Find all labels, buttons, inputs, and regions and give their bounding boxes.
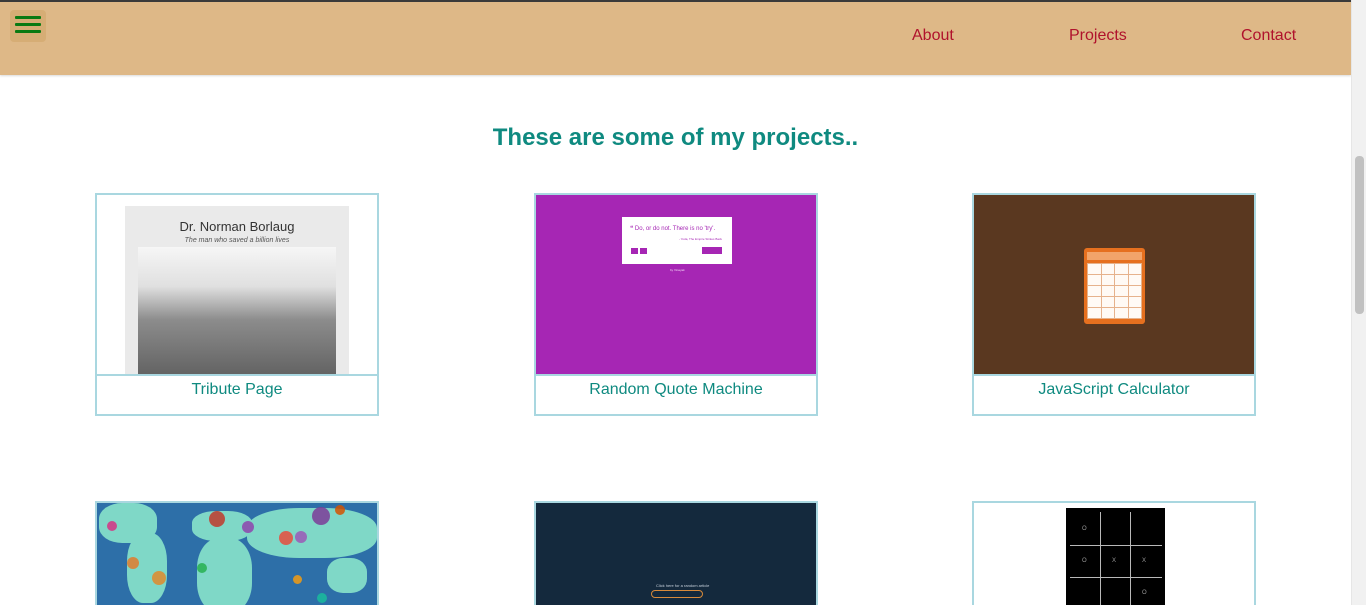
preview-title: Dr. Norman Borlaug (179, 219, 295, 234)
grid-line (1070, 545, 1162, 546)
preview-text: Click here for a random article (656, 583, 710, 588)
map-marker (335, 505, 345, 515)
project-title[interactable]: Tribute Page (97, 376, 377, 414)
preview-subtitle: The man who saved a billion lives (184, 237, 290, 244)
map-marker (317, 593, 327, 603)
project-card-javascript-calculator[interactable]: JavaScript Calculator (972, 193, 1256, 416)
tweet-icon (631, 248, 638, 254)
board-mark: O (1082, 526, 1087, 532)
menu-bar (15, 23, 41, 26)
scrollbar-thumb[interactable] (1355, 156, 1364, 314)
nav-link-contact[interactable]: Contact (1241, 27, 1296, 45)
map-marker (197, 563, 207, 573)
grid-line (1100, 512, 1101, 605)
map-marker (312, 507, 330, 525)
calculator-preview (1084, 248, 1145, 324)
tumblr-icon (640, 248, 647, 254)
new-quote-button-preview (702, 247, 722, 254)
tribute-page-preview: Dr. Norman Borlaug The man who saved a b… (125, 206, 349, 374)
map-marker (127, 557, 139, 569)
project-thumbnail: ❝ Do, or do not. There is no 'try'. - Yo… (536, 195, 816, 376)
grid-line (1130, 512, 1131, 605)
nav-link-about[interactable]: About (912, 27, 954, 45)
project-card-wikipedia-viewer[interactable]: Click here for a random article (534, 501, 818, 605)
map-marker (295, 531, 307, 543)
project-card-tic-tac-toe[interactable]: O O X X O (972, 501, 1256, 605)
map-marker (279, 531, 293, 545)
portfolio-page: About Projects Contact These are some of… (0, 0, 1366, 605)
project-thumbnail: Dr. Norman Borlaug The man who saved a b… (97, 195, 377, 376)
vertical-scrollbar[interactable] (1351, 0, 1366, 605)
map-marker (242, 521, 254, 533)
project-card-tribute-page[interactable]: Dr. Norman Borlaug The man who saved a b… (95, 193, 379, 416)
menu-bar (15, 16, 41, 19)
board-mark: X (1112, 558, 1117, 564)
grid-line (1070, 577, 1162, 578)
top-navbar: About Projects Contact (0, 0, 1351, 75)
board-mark: O (1142, 590, 1147, 596)
map-marker (209, 511, 225, 527)
projects-heading: These are some of my projects.. (492, 124, 859, 151)
preview-photo (138, 247, 336, 374)
hamburger-menu-icon[interactable] (10, 10, 46, 42)
map-marker (107, 521, 117, 531)
preview-footer: by Vinayak (670, 268, 685, 272)
quote-box-preview: ❝ Do, or do not. There is no 'try'. - Yo… (622, 217, 732, 264)
calculator-keypad (1087, 263, 1142, 319)
project-title[interactable]: Random Quote Machine (536, 376, 816, 414)
project-card-map[interactable] (95, 501, 379, 605)
project-thumbnail (974, 195, 1254, 376)
map-marker (152, 571, 166, 585)
project-thumbnail: O O X X O (974, 503, 1254, 605)
project-card-random-quote-machine[interactable]: ❝ Do, or do not. There is no 'try'. - Yo… (534, 193, 818, 416)
tic-tac-toe-board: O O X X O (1066, 508, 1165, 605)
board-mark: O (1082, 558, 1087, 564)
project-title[interactable]: JavaScript Calculator (974, 376, 1254, 414)
quote-text: ❝ Do, or do not. There is no 'try'. (630, 226, 716, 232)
nav-link-projects[interactable]: Projects (1069, 27, 1127, 45)
quote-author: - Yoda, The Empire Strikes Back (678, 237, 722, 241)
calculator-display (1087, 252, 1142, 260)
search-input-preview (651, 590, 703, 598)
map-marker (293, 575, 302, 584)
project-thumbnail (97, 503, 377, 605)
board-mark: X (1142, 558, 1147, 564)
menu-bar (15, 30, 41, 33)
project-thumbnail: Click here for a random article (536, 503, 816, 605)
map-landmass (327, 558, 367, 593)
